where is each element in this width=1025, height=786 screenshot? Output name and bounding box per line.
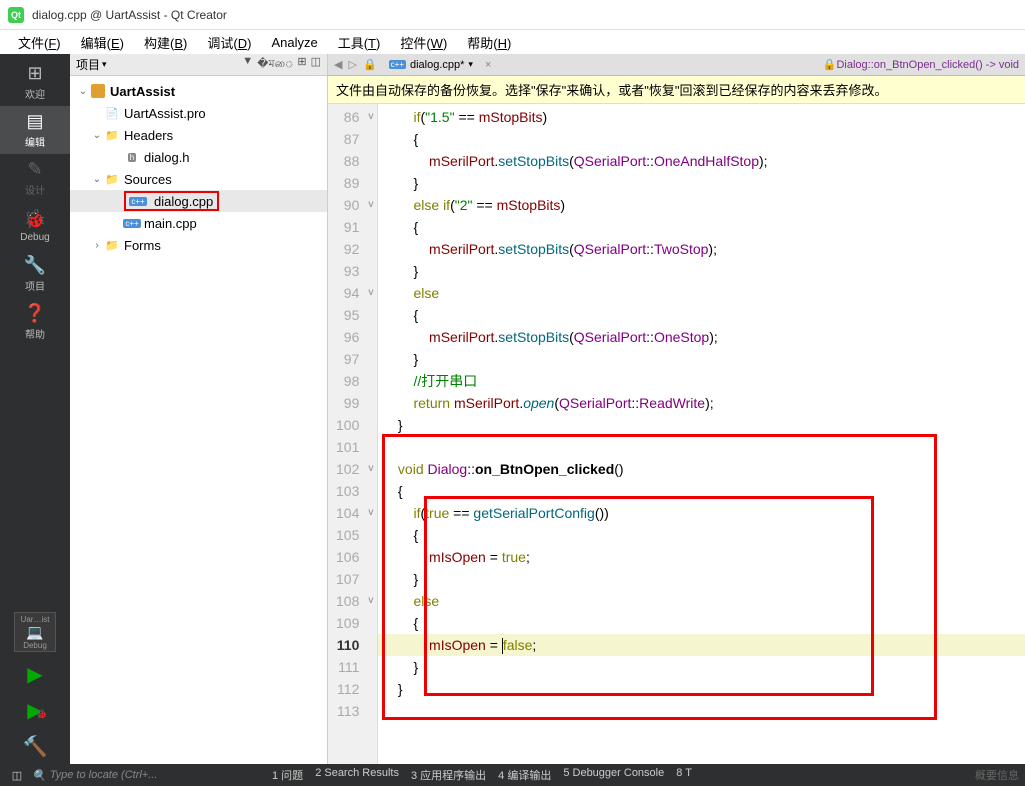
output-panes: 1 问题 2 Search Results 3 应用程序输出 4 编译输出 5 Debu… — [272, 767, 692, 783]
code-line[interactable]: { — [378, 128, 1025, 150]
nav-fwd-icon[interactable]: ▷ — [348, 58, 356, 71]
code-line[interactable]: mSerilPort.setStopBits(QSerialPort::OneA… — [378, 150, 1025, 172]
code-line[interactable]: } — [378, 414, 1025, 436]
tree-main-cpp[interactable]: c++main.cpp — [70, 212, 327, 234]
code-line[interactable]: mSerilPort.setStopBits(QSerialPort::OneS… — [378, 326, 1025, 348]
split-icon[interactable]: ◫ — [311, 55, 321, 74]
code-line[interactable]: if("1.5" == mStopBits) — [378, 106, 1025, 128]
menu-help[interactable]: 帮助(H) — [457, 33, 521, 52]
watermark: 概要信息 — [975, 767, 1019, 783]
tree-forms[interactable]: ›📁Forms — [70, 234, 327, 256]
output-pane-tab[interactable]: 8 T — [676, 767, 692, 783]
code-line[interactable]: else — [378, 282, 1025, 304]
code-line[interactable] — [378, 436, 1025, 458]
output-pane-tab[interactable]: 1 问题 — [272, 767, 303, 783]
code-line[interactable]: } — [378, 260, 1025, 282]
editor-area: ◀ ▷ 🔒 c++dialog.cpp*▾ × 🔒Dialog::on_BtnO… — [328, 54, 1025, 764]
code-line[interactable]: void Dialog::on_BtnOpen_clicked() — [378, 458, 1025, 480]
code-line[interactable]: if(true == getSerialPortConfig()) — [378, 502, 1025, 524]
line-gutter: 86v87888990v91929394v9596979899100101102… — [328, 104, 378, 764]
menu-file[interactable]: 文件(F) — [8, 33, 71, 52]
output-pane-tab[interactable]: 3 应用程序输出 — [411, 767, 486, 783]
code-line[interactable]: else — [378, 590, 1025, 612]
tree-dialog-h[interactable]: hdialog.h — [70, 146, 327, 168]
output-pane-tab[interactable]: 4 编译输出 — [498, 767, 551, 783]
lock-icon[interactable]: 🔒 — [363, 58, 377, 71]
mode-welcome[interactable]: ⊞欢迎 — [0, 58, 70, 106]
code-line[interactable]: { — [378, 524, 1025, 546]
tree-sources[interactable]: ⌄📁Sources — [70, 168, 327, 190]
output-pane-tab[interactable]: 2 Search Results — [315, 767, 399, 783]
editor-toolbar: ◀ ▷ 🔒 c++dialog.cpp*▾ × 🔒Dialog::on_BtnO… — [328, 54, 1025, 76]
project-sidebar: 项目 ▾ ▼ �মை ⊞ ◫ ⌄UartAssist 📄UartAssist.p… — [70, 54, 328, 764]
tree-root[interactable]: ⌄UartAssist — [70, 80, 327, 102]
menu-edit[interactable]: 编辑(E) — [71, 33, 134, 52]
code-line[interactable]: } — [378, 172, 1025, 194]
symbol-breadcrumb[interactable]: 🔒Dialog::on_BtnOpen_clicked() -> void — [823, 58, 1019, 71]
add-icon[interactable]: ⊞ — [297, 55, 306, 74]
qt-icon: Qt — [8, 7, 24, 23]
link-icon[interactable]: �মை — [257, 55, 293, 74]
tree-dialog-cpp[interactable]: c++dialog.cpp — [70, 190, 327, 212]
menu-tools[interactable]: 工具(T) — [328, 33, 391, 52]
mode-design[interactable]: ✎设计 — [0, 154, 70, 202]
code-line[interactable]: mIsOpen = false; — [378, 634, 1025, 656]
code-line[interactable]: { — [378, 216, 1025, 238]
code-line[interactable]: { — [378, 612, 1025, 634]
code-line[interactable]: } — [378, 656, 1025, 678]
code-line[interactable]: return mSerilPort.open(QSerialPort::Read… — [378, 392, 1025, 414]
locator-input[interactable]: 🔍 Type to locate (Ctrl+... — [32, 769, 262, 782]
restore-warning: 文件由自动保存的备份恢复。选择"保存"来确认，或者"恢复"回滚到已经保存的内容来… — [328, 76, 1025, 104]
window-title: dialog.cpp @ UartAssist - Qt Creator — [32, 8, 227, 22]
mode-projects[interactable]: 🔧项目 — [0, 250, 70, 298]
code-line[interactable]: mSerilPort.setStopBits(QSerialPort::TwoS… — [378, 238, 1025, 260]
menu-analyze[interactable]: Analyze — [261, 35, 327, 50]
menu-widgets[interactable]: 控件(W) — [390, 33, 457, 52]
statusbar: ◫ 🔍 Type to locate (Ctrl+... 1 问题 2 Searc… — [0, 764, 1025, 786]
target-selector[interactable]: Uar…ist 💻 Debug — [14, 612, 56, 652]
menubar: 文件(F) 编辑(E) 构建(B) 调试(D) Analyze 工具(T) 控件… — [0, 30, 1025, 54]
code-line[interactable]: { — [378, 304, 1025, 326]
output-pane-tab[interactable]: 5 Debugger Console — [563, 767, 664, 783]
code-line[interactable]: else if("2" == mStopBits) — [378, 194, 1025, 216]
project-tree: ⌄UartAssist 📄UartAssist.pro ⌄📁Headers hd… — [70, 76, 327, 764]
filter-icon[interactable]: ▼ — [242, 55, 253, 74]
code-line[interactable]: //打开串口 — [378, 370, 1025, 392]
sidebar-header: 项目 ▾ ▼ �মை ⊞ ◫ — [70, 54, 327, 76]
code-line[interactable]: mIsOpen = true; — [378, 546, 1025, 568]
code-line[interactable] — [378, 700, 1025, 722]
mode-edit[interactable]: ▤编辑 — [0, 106, 70, 154]
run-button[interactable]: ▶ — [0, 656, 70, 692]
mode-bar: ⊞欢迎 ▤编辑 ✎设计 🐞Debug 🔧项目 ❓帮助 Uar…ist 💻 Deb… — [0, 54, 70, 764]
code-line[interactable]: { — [378, 480, 1025, 502]
mode-help[interactable]: ❓帮助 — [0, 298, 70, 346]
titlebar: Qt dialog.cpp @ UartAssist - Qt Creator — [0, 0, 1025, 30]
sidebar-view-selector[interactable]: 项目 ▾ — [76, 56, 107, 73]
build-button[interactable]: 🔨 — [0, 728, 70, 764]
tree-headers[interactable]: ⌄📁Headers — [70, 124, 327, 146]
nav-back-icon[interactable]: ◀ — [334, 58, 342, 71]
code-content[interactable]: if("1.5" == mStopBits) { mSerilPort.setS… — [378, 104, 1025, 764]
toggle-sidebar-icon[interactable]: ◫ — [6, 766, 28, 784]
tab-close-icon[interactable]: × — [485, 59, 491, 71]
code-line[interactable]: } — [378, 678, 1025, 700]
debug-run-button[interactable]: ▶🐞 — [0, 692, 70, 728]
code-line[interactable]: } — [378, 568, 1025, 590]
code-line[interactable]: } — [378, 348, 1025, 370]
menu-debug[interactable]: 调试(D) — [197, 33, 261, 52]
tree-pro-file[interactable]: 📄UartAssist.pro — [70, 102, 327, 124]
code-editor[interactable]: 86v87888990v91929394v9596979899100101102… — [328, 104, 1025, 764]
editor-tab[interactable]: c++dialog.cpp*▾ — [383, 59, 479, 71]
menu-build[interactable]: 构建(B) — [134, 33, 197, 52]
mode-debug[interactable]: 🐞Debug — [0, 202, 70, 250]
